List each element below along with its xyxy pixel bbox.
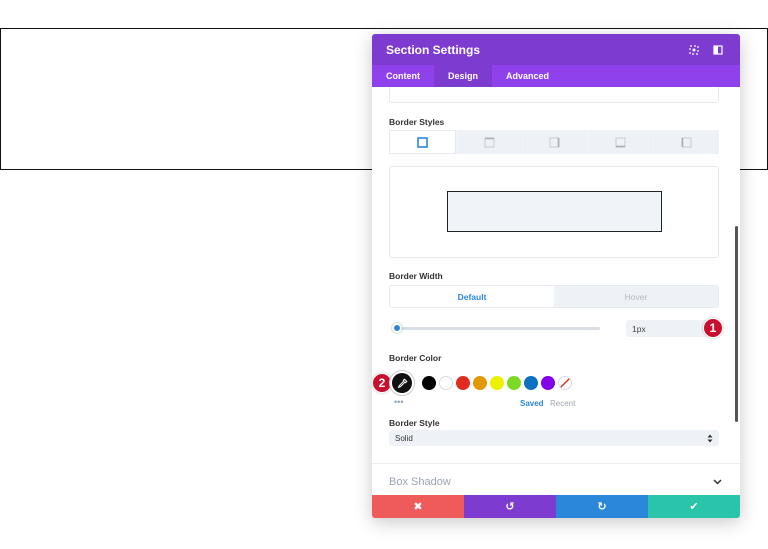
fullscreen-icon[interactable]: [686, 42, 702, 58]
tab-content[interactable]: Content: [372, 65, 434, 87]
border-left-tab[interactable]: [654, 130, 719, 154]
border-all-icon: [417, 136, 428, 148]
border-color-label: Border Color: [389, 353, 442, 363]
saved-colors-tab[interactable]: Saved: [520, 399, 544, 408]
color-swatch-orange[interactable]: [473, 376, 487, 390]
color-swatch-green[interactable]: [507, 376, 521, 390]
hover-state-tab[interactable]: Hover: [554, 286, 718, 307]
border-styles-tabs: [389, 130, 719, 154]
section-settings-panel: Section Settings Content Design Advanced…: [372, 34, 740, 518]
checkmark-icon: ✔: [689, 501, 699, 513]
select-arrows-icon: [707, 434, 713, 442]
save-button[interactable]: ✔: [648, 495, 740, 518]
border-width-label: Border Width: [389, 271, 443, 281]
tab-design[interactable]: Design: [434, 65, 493, 87]
callout-badge-2: 2: [372, 373, 392, 393]
sidebar-toggle-icon[interactable]: [710, 42, 726, 58]
color-swatch-white[interactable]: [439, 376, 453, 390]
eyedropper-icon: [397, 377, 408, 388]
panel-header: Section Settings: [372, 34, 740, 65]
border-style-select[interactable]: Solid: [389, 430, 719, 446]
discard-button[interactable]: ✖: [372, 495, 464, 518]
tab-advanced[interactable]: Advanced: [492, 65, 563, 87]
more-colors-dots[interactable]: •••: [394, 397, 403, 407]
color-swatch-red[interactable]: [456, 376, 470, 390]
box-shadow-toggle[interactable]: Box Shadow: [389, 476, 722, 488]
panel-scrollbar[interactable]: [735, 226, 738, 422]
border-bottom-icon: [615, 137, 626, 147]
border-right-icon: [549, 137, 560, 147]
redo-button[interactable]: ↻: [556, 495, 648, 518]
redo-icon: ↻: [597, 501, 607, 513]
default-state-tab[interactable]: Default: [390, 286, 554, 307]
color-swatch-blue[interactable]: [524, 376, 538, 390]
no-color-icon: [559, 377, 571, 389]
recent-colors-tab[interactable]: Recent: [550, 399, 575, 408]
undo-icon: ↺: [505, 501, 515, 513]
border-bottom-tab[interactable]: [588, 130, 654, 154]
section-divider: [372, 463, 740, 464]
panel-tabs: Content Design Advanced: [372, 65, 740, 87]
border-style-value: Solid: [395, 433, 413, 443]
color-swatch-none[interactable]: [558, 376, 572, 390]
border-width-slider-track[interactable]: [394, 327, 600, 330]
panel-body: Border Styles Border Width Default Hover…: [372, 87, 740, 495]
color-swatch-black[interactable]: [422, 376, 436, 390]
border-left-icon: [681, 137, 692, 147]
border-styles-label: Border Styles: [389, 117, 445, 127]
border-preview: [389, 166, 719, 258]
border-top-tab[interactable]: [456, 130, 522, 154]
color-swatch-purple[interactable]: [541, 376, 555, 390]
chevron-down-icon: [713, 479, 722, 485]
callout-badge-1: 1: [703, 318, 723, 338]
border-width-slider-thumb[interactable]: [392, 323, 402, 333]
color-picker-button[interactable]: [392, 373, 412, 393]
border-right-tab[interactable]: [522, 130, 588, 154]
border-all-sides-tab[interactable]: [389, 130, 456, 154]
undo-button[interactable]: ↺: [464, 495, 556, 518]
border-preview-box: [447, 191, 662, 232]
border-style-label: Border Style: [389, 418, 440, 428]
close-icon: ✖: [413, 501, 423, 513]
border-top-icon: [484, 137, 495, 147]
panel-title: Section Settings: [386, 42, 481, 57]
color-swatch-yellow[interactable]: [490, 376, 504, 390]
previous-field[interactable]: [389, 87, 719, 103]
box-shadow-title: Box Shadow: [389, 476, 451, 488]
panel-footer: ✖ ↺ ↻ ✔: [372, 495, 740, 518]
border-width-state-toggle: Default Hover: [389, 285, 719, 308]
